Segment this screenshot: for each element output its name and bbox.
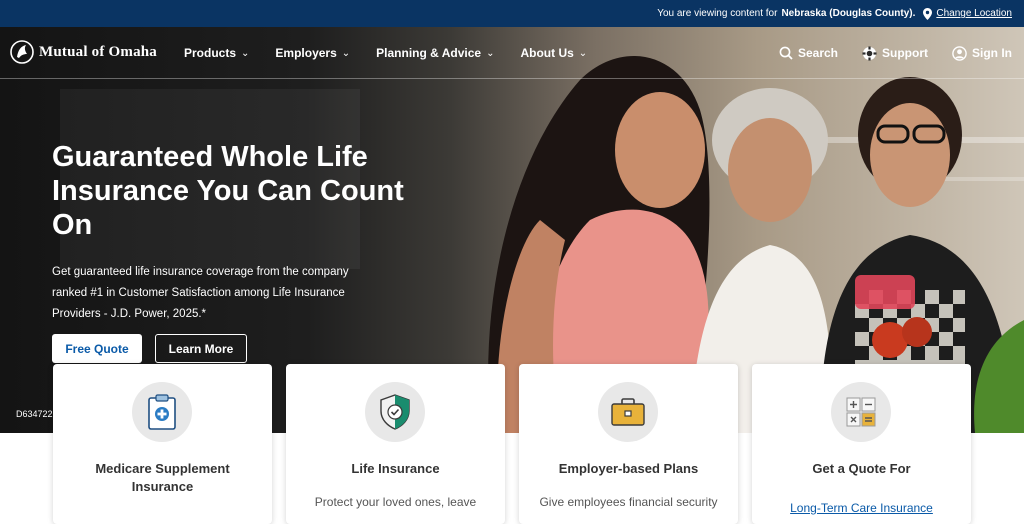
card-title: Life Insurance: [351, 461, 440, 476]
card-employer-plans[interactable]: Employer-based Plans Give employees fina…: [519, 364, 738, 524]
card-title: Get a Quote For: [812, 461, 911, 476]
hero-description: Get guaranteed life insurance coverage f…: [52, 266, 349, 320]
menu-item-about-us[interactable]: About Us ⌄: [520, 46, 587, 60]
menu-item-label: Employers: [275, 46, 337, 60]
utility-menu: Search Support Sign In: [755, 27, 1012, 79]
person-left-face: [615, 92, 705, 208]
change-location-link[interactable]: Change Location: [936, 8, 1012, 19]
menu-item-products[interactable]: Products ⌄: [184, 46, 249, 60]
menu-item-label: Planning & Advice: [376, 46, 482, 60]
person-right-face: [870, 103, 950, 207]
search-icon: [779, 46, 793, 60]
learn-more-button[interactable]: Learn More: [155, 334, 247, 363]
menu-item-planning-advice[interactable]: Planning & Advice ⌄: [376, 46, 494, 60]
card-icon-circle: [132, 382, 192, 442]
card-medicare-supplement[interactable]: Medicare Supplement Insurance: [53, 364, 272, 524]
hero-content: Guaranteed Whole Life Insurance You Can …: [52, 140, 412, 325]
card-icon-circle: [831, 382, 891, 442]
card-title: Employer-based Plans: [558, 461, 699, 476]
card-get-a-quote[interactable]: Get a Quote For Long-Term Care Insurance: [752, 364, 971, 524]
menu-item-label: Products: [184, 46, 237, 60]
main-navigation: Mutual of Omaha Products ⌄ Employers ⌄ P…: [0, 27, 1024, 79]
user-icon: [952, 45, 967, 61]
indian-head-logo-icon: [10, 40, 34, 64]
support-button[interactable]: Support: [862, 46, 928, 61]
location-pin-icon: [923, 7, 933, 20]
brand-logo[interactable]: Mutual of Omaha: [10, 40, 157, 64]
briefcase-icon: [611, 398, 645, 426]
chevron-down-icon: ⌄: [341, 47, 351, 59]
current-location: Nebraska (Douglas County).: [781, 8, 916, 19]
clipboard-medical-icon: [148, 394, 176, 430]
viewing-text: You are viewing content for: [657, 8, 778, 19]
lifebuoy-icon: [862, 46, 877, 60]
tomato: [872, 322, 908, 358]
sign-in-button[interactable]: Sign In: [952, 45, 1012, 61]
chevron-down-icon: ⌄: [486, 47, 495, 59]
brand-name: Mutual of Omaha: [39, 43, 158, 60]
card-title: Medicare Supplement Insurance: [95, 461, 230, 494]
calculator-icon: [846, 397, 876, 427]
chevron-down-icon: ⌄: [241, 47, 250, 59]
location-bar: You are viewing content for Nebraska (Do…: [0, 0, 1024, 27]
shield-check-icon: [380, 394, 410, 430]
disclosure-code: D634722: [16, 409, 53, 419]
card-icon-circle: [365, 382, 425, 442]
card-life-insurance[interactable]: Life Insurance Protect your loved ones, …: [286, 364, 505, 524]
hero-title: Guaranteed Whole Life Insurance You Can …: [52, 141, 404, 241]
tomato: [902, 317, 932, 347]
sign-in-label: Sign In: [972, 46, 1012, 60]
long-term-care-link[interactable]: Long-Term Care Insurance: [762, 501, 961, 515]
menu-item-employers[interactable]: Employers ⌄: [275, 46, 350, 60]
support-label: Support: [882, 46, 928, 60]
search-label: Search: [797, 46, 838, 60]
hero-actions: Free Quote Learn More: [52, 334, 247, 363]
card-description: Give employees financial security: [539, 495, 718, 509]
card-icon-circle: [598, 382, 658, 442]
card-description: Protect your loved ones, leave: [314, 495, 477, 509]
menu-item-label: About Us: [520, 46, 574, 60]
free-quote-button[interactable]: Free Quote: [52, 334, 142, 363]
berry-container: [855, 275, 915, 309]
primary-menu: Products ⌄ Employers ⌄ Planning & Advice…: [184, 27, 613, 79]
chevron-down-icon: ⌄: [578, 47, 588, 59]
person-middle-face: [728, 118, 812, 222]
search-button[interactable]: Search: [779, 46, 838, 60]
